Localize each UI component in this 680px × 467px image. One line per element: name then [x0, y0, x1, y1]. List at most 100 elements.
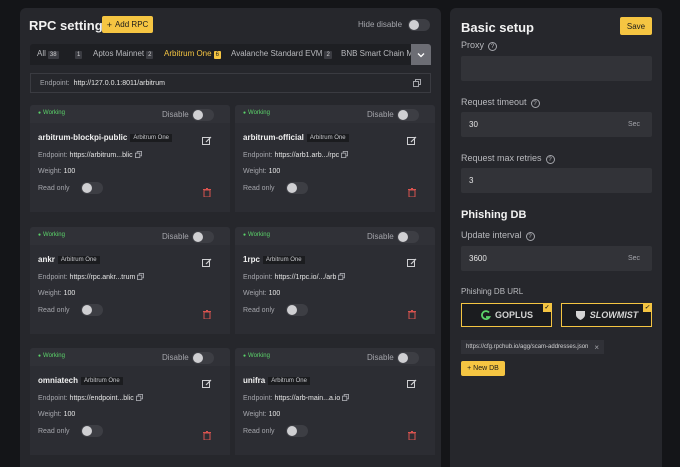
tab-aptos-mainnet[interactable]: Aptos Mainnet 2 [93, 49, 154, 59]
tab-unnamed-count: 1 [75, 51, 83, 59]
status-badge: Working [243, 110, 270, 116]
proxy-label: Proxy? [461, 40, 498, 51]
tab-arbitrum-one[interactable]: Arbitrum One 6 [164, 49, 221, 59]
readonly-toggle[interactable] [286, 304, 308, 316]
edit-icon[interactable] [202, 255, 212, 273]
goplus-icon [481, 309, 491, 320]
endpoint-label: Endpoint: [38, 274, 68, 281]
endpoint-row: Endpoint: https://arb-main...a.io [243, 394, 350, 402]
readonly-toggle[interactable] [286, 182, 308, 194]
endpoint-bar-label: Endpoint: [40, 79, 70, 87]
timeout-input[interactable]: 30 Sec [461, 112, 652, 137]
interval-input[interactable]: 3600 Sec [461, 246, 652, 271]
card-body: ankr Arbitrum One Endpoint: https://rpc.an… [30, 245, 230, 334]
endpoint-row: Endpoint: https://1rpc.io/.../arb [243, 273, 346, 281]
edit-icon[interactable] [407, 376, 417, 394]
disable-toggle[interactable] [192, 352, 214, 364]
copy-icon[interactable] [340, 394, 350, 402]
edit-icon[interactable] [407, 133, 417, 151]
tab-arbitrum-label: Arbitrum One [164, 49, 212, 58]
rpc-card: Working Disable arbitrum-officialArbitrum … [235, 105, 435, 212]
tab-avalanche-label: Avalanche Standard EVM [231, 49, 323, 58]
save-button[interactable]: Save [620, 17, 652, 35]
tab-unnamed[interactable]: 1 [73, 49, 83, 59]
chain-badge: Arbitrum One [130, 134, 173, 142]
help-icon[interactable]: ? [488, 42, 498, 51]
trash-icon[interactable] [408, 184, 416, 202]
copy-icon[interactable] [133, 151, 142, 159]
status-badge: Working [38, 232, 65, 238]
readonly-toggle[interactable] [81, 182, 103, 194]
weight-row: Weight: 100 [243, 290, 280, 297]
slowmist-provider[interactable]: SLOWMIST ✓ [561, 303, 652, 327]
add-rpc-button[interactable]: + Add RPC [102, 16, 153, 33]
endpoint-value: https://arb-main...a.io [274, 395, 341, 402]
edit-icon[interactable] [202, 133, 212, 151]
endpoint-label: Endpoint: [243, 274, 273, 281]
tabs-expand-button[interactable] [411, 44, 431, 65]
copy-icon[interactable] [413, 79, 421, 87]
timeout-label: Request timeout? [461, 97, 540, 108]
endpoint-value: https://rpc.ankr...trum [69, 274, 136, 281]
tab-all[interactable]: All 38 [37, 49, 59, 59]
hide-disable-toggle[interactable] [408, 19, 430, 31]
rpc-name-text: ankr [38, 255, 55, 264]
disable-toggle[interactable] [397, 231, 419, 243]
help-icon[interactable]: ? [545, 155, 555, 164]
tab-bnb[interactable]: BNB Smart Chain Mai [341, 49, 419, 58]
disable-toggle[interactable] [397, 109, 419, 121]
proxy-input[interactable] [461, 56, 652, 81]
copy-icon[interactable] [135, 273, 145, 281]
new-db-button[interactable]: + New DB [461, 361, 505, 376]
readonly-label: Read only [243, 185, 275, 192]
timeout-unit: Sec [627, 121, 640, 128]
rpc-name-text: arbitrum-official [243, 133, 304, 142]
tab-avalanche[interactable]: Avalanche Standard EVM 2 [231, 49, 332, 59]
goplus-provider[interactable]: GOPLUS ✓ [461, 303, 552, 327]
rpc-card: Working Disable arbitrum-blockpi-publicArb… [30, 105, 230, 212]
endpoint-value: https://1rpc.io/.../arb [274, 274, 337, 281]
chain-badge: Arbitrum One [57, 256, 100, 264]
weight-row: Weight: 100 [243, 411, 280, 418]
disable-toggle[interactable] [397, 352, 419, 364]
trash-icon[interactable] [408, 306, 416, 324]
copy-icon[interactable] [339, 151, 349, 159]
rpc-card: Working Disable 1rpcArbitrum One Endpoint: … [235, 227, 435, 334]
retries-input[interactable]: 3 [461, 168, 652, 193]
interval-unit: Sec [627, 255, 640, 262]
readonly-row: Read only [243, 428, 275, 435]
edit-icon[interactable] [202, 376, 212, 394]
retries-label: Request max retries? [461, 153, 555, 164]
close-icon[interactable]: × [594, 343, 599, 352]
readonly-toggle[interactable] [81, 425, 103, 437]
readonly-toggle[interactable] [286, 425, 308, 437]
weight-label: Weight: [243, 290, 267, 297]
chain-badge: Arbitrum One [262, 256, 305, 264]
copy-icon[interactable] [134, 394, 143, 402]
weight-label: Weight: [243, 168, 267, 175]
disable-toggle[interactable] [192, 109, 214, 121]
chain-badge: Arbitrum One [81, 377, 123, 385]
disable-toggle[interactable] [192, 231, 214, 243]
trash-icon[interactable] [408, 427, 416, 445]
endpoint-row: Endpoint: https://endpoint...blic [38, 394, 143, 402]
db-url-label: Phishing DB URL [461, 287, 524, 296]
endpoint-row: Endpoint: https://arb1.arb.../rpc [243, 151, 349, 159]
status-badge: Working [243, 353, 270, 359]
weight-row: Weight: 100 [38, 168, 75, 175]
interval-label-text: Update interval [461, 230, 522, 240]
edit-icon[interactable] [407, 255, 417, 273]
disable-label: Disable [367, 353, 394, 362]
tab-aptos-count: 2 [146, 51, 154, 59]
rpc-card: Working Disable unifraArbitrum One Endpoint… [235, 348, 435, 455]
card-body: omniatech Arbitrum One Endpoint: https://e… [30, 366, 230, 455]
help-icon[interactable]: ? [530, 99, 540, 108]
help-icon[interactable]: ? [525, 232, 535, 241]
trash-icon[interactable] [203, 184, 211, 202]
hide-disable-label: Hide disable [358, 20, 403, 29]
endpoint-value: https://arbitrum...blic [69, 152, 133, 159]
readonly-toggle[interactable] [81, 304, 103, 316]
copy-icon[interactable] [336, 273, 346, 281]
trash-icon[interactable] [203, 306, 211, 324]
trash-icon[interactable] [203, 427, 211, 445]
